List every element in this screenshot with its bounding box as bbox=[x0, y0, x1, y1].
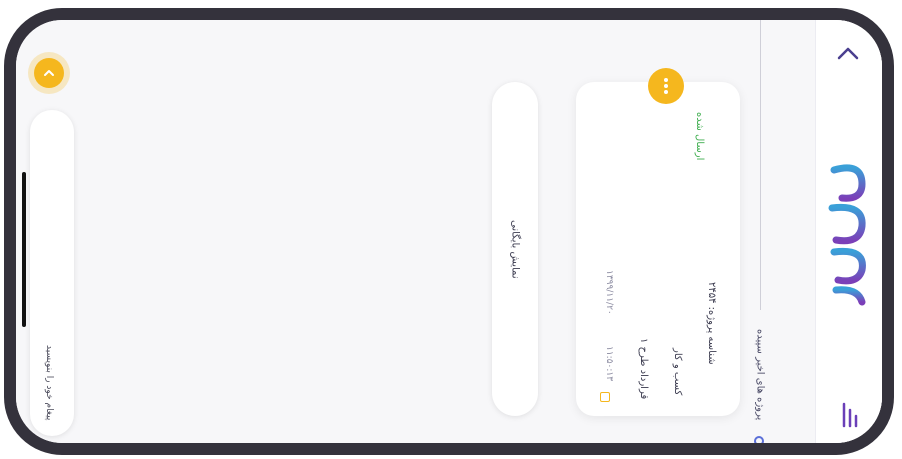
message-placeholder: پیغام خود را بنویسید bbox=[44, 344, 54, 420]
project-id: شناسه پروژه: ۲۴۵۴ bbox=[706, 282, 717, 365]
project-date: ۱۳۹۹/۱۱/۲۰ bbox=[604, 270, 614, 315]
message-panel[interactable]: پیغام خود را بنویسید bbox=[30, 110, 74, 436]
section-divider bbox=[760, 20, 761, 310]
scroll-up-button[interactable] bbox=[34, 58, 64, 88]
menu-icon[interactable] bbox=[838, 400, 862, 430]
status-badge: ارسال شده bbox=[694, 112, 705, 161]
calendar-icon bbox=[600, 392, 610, 402]
sidebar bbox=[815, 20, 882, 443]
show-archive-button[interactable]: نمایش بایگانی bbox=[492, 82, 538, 416]
chevron-up-icon[interactable] bbox=[834, 40, 862, 68]
more-vertical-icon[interactable] bbox=[648, 68, 684, 104]
screen: پروژه های اخیر سپیده ارسال شده شناسه پرو… bbox=[16, 20, 882, 443]
project-card[interactable]: ارسال شده شناسه پروژه: ۲۴۵۴ کسب و کار قر… bbox=[576, 68, 740, 416]
project-time: ۱۱:۵۰:۱۳ bbox=[604, 346, 614, 382]
chevron-up-icon bbox=[44, 70, 54, 76]
project-category: کسب و کار bbox=[672, 348, 683, 396]
projects-header: پروژه های اخیر سپیده bbox=[740, 300, 780, 443]
brand-logo-icon bbox=[828, 164, 866, 306]
device-frame: پروژه های اخیر سپیده ارسال شده شناسه پرو… bbox=[4, 8, 894, 455]
show-archive-label: نمایش بایگانی bbox=[509, 219, 521, 279]
circle-icon bbox=[754, 436, 764, 443]
scrollbar[interactable] bbox=[22, 172, 26, 327]
project-subject: قرارداد طرح ۱ bbox=[638, 338, 649, 400]
projects-header-title: پروژه های اخیر سپیده bbox=[754, 329, 766, 421]
